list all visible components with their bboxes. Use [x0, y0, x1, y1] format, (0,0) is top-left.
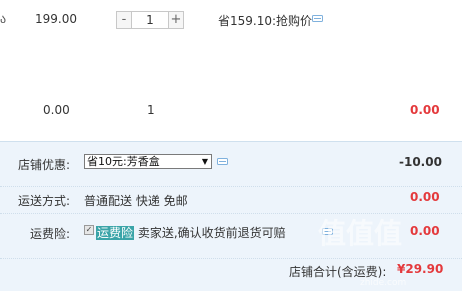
- insurance-description: 卖家送,确认收货前退货可赔: [137, 226, 286, 240]
- gift-subtotal: 0.00: [410, 103, 440, 117]
- insurance-highlight: 运费险: [96, 226, 135, 240]
- savings-promo-text: 省159.10:抢购价: [218, 14, 313, 28]
- insurance-text: 运费险 卖家送,确认收货前退货可赔: [96, 224, 286, 241]
- gift-price: 0.00: [43, 103, 70, 117]
- divider: [0, 141, 462, 142]
- shipping-method: 普通配送 快递 免邮: [84, 194, 188, 208]
- product-price: 199.00: [35, 12, 77, 26]
- gift-quantity: 1: [147, 103, 155, 117]
- divider: [0, 258, 462, 259]
- quantity-input[interactable]: 1: [132, 11, 168, 29]
- increment-button[interactable]: +: [168, 11, 184, 29]
- insurance-checkbox[interactable]: ✓: [84, 225, 94, 235]
- insurance-amount: 0.00: [410, 224, 440, 238]
- discount-amount: -10.00: [399, 155, 442, 169]
- insurance-label: 运费险:: [30, 227, 71, 241]
- watermark-site-text: zhide.com: [360, 278, 407, 288]
- shipping-label: 运送方式:: [18, 194, 71, 208]
- discount-selected-option: 省10元:芳香盒: [87, 155, 160, 168]
- shipping-amount: 0.00: [410, 190, 440, 204]
- dropdown-arrow-icon: ▼: [201, 157, 208, 166]
- divider: [0, 186, 462, 187]
- left-edge-glyph: ა: [0, 12, 7, 26]
- store-discount-label: 店铺优惠:: [18, 158, 71, 172]
- decrement-button[interactable]: -: [116, 11, 132, 29]
- discount-select[interactable]: 省10元:芳香盒 ▼: [84, 154, 212, 169]
- chat-bubble-icon[interactable]: [217, 158, 228, 166]
- quantity-stepper[interactable]: - 1 +: [116, 11, 184, 29]
- watermark-logo: 值值值: [318, 217, 403, 250]
- store-total-amount: ¥29.90: [397, 262, 444, 276]
- chat-bubble-icon[interactable]: [312, 15, 323, 23]
